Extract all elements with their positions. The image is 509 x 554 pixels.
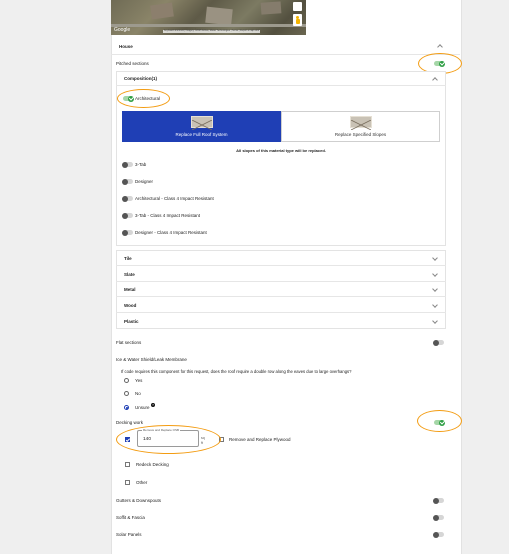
plywood-label: Remove and Replace Plywood xyxy=(229,437,291,442)
google-logo: Google xyxy=(114,27,131,33)
roof-slopes-icon xyxy=(350,116,372,131)
replace-full-roof-label: Replace Full Roof System xyxy=(175,132,228,137)
composition-type-label: Designer - Class 4 Impact Resistant xyxy=(135,230,207,235)
soffit-toggle[interactable] xyxy=(433,514,444,521)
divider xyxy=(116,296,446,297)
radio-yes[interactable] xyxy=(124,378,129,383)
divider xyxy=(111,54,460,55)
decking-work-label: Decking work xyxy=(116,420,144,425)
pitched-sections-label: Pitched sections xyxy=(116,61,149,66)
material-tile[interactable]: Tile xyxy=(124,256,132,261)
material-wood[interactable]: Wood xyxy=(124,303,136,308)
radio-unsure[interactable] xyxy=(124,405,129,410)
composition-type-label: Designer xyxy=(135,179,154,184)
map-footer[interactable]: Keyboard shortcuts | Imagery ©2025 Airbu… xyxy=(163,30,261,33)
map-rooftop xyxy=(260,1,282,15)
ice-water-question: If code requires this component for this… xyxy=(121,369,352,374)
designer-toggle[interactable] xyxy=(122,178,133,185)
replace-full-roof-button[interactable]: Replace Full Roof System xyxy=(122,111,281,142)
radio-no-label: No xyxy=(135,391,141,396)
map-rooftop xyxy=(150,2,174,20)
pegman-body xyxy=(295,19,300,24)
replace-specified-slopes-button[interactable]: Replace Specified Slopes xyxy=(281,111,440,142)
divider xyxy=(116,312,446,313)
gutters-label: Gutters & Downspouts xyxy=(116,498,162,503)
pegman-icon[interactable] xyxy=(293,14,302,26)
ice-water-label: Ice & Water Shield/Leak Membrane xyxy=(116,357,187,362)
composition-type-label: 3-Tab xyxy=(135,162,147,167)
map-road xyxy=(111,24,306,27)
composition-type-label: 3-Tab - Class 4 Impact Resistant xyxy=(135,213,201,218)
three-tab-toggle[interactable] xyxy=(122,161,133,168)
material-slate[interactable]: Slate xyxy=(124,272,135,277)
designer-class4-toggle[interactable] xyxy=(122,229,133,236)
highlight-oval xyxy=(417,410,462,432)
redeck-checkbox[interactable] xyxy=(125,462,130,467)
soffit-label: Soffit & Fascia xyxy=(116,515,145,520)
divider xyxy=(116,281,446,282)
divider xyxy=(116,85,446,86)
solar-toggle[interactable] xyxy=(433,531,444,538)
info-icon[interactable]: ? xyxy=(151,403,155,407)
radio-yes-label: Yes xyxy=(135,378,143,383)
roof-full-icon xyxy=(191,116,213,131)
other-checkbox[interactable] xyxy=(125,480,130,485)
material-metal[interactable]: Metal xyxy=(124,287,136,292)
redeck-label: Redeck Decking xyxy=(136,462,169,467)
flat-sections-toggle[interactable] xyxy=(433,339,444,346)
highlight-oval xyxy=(117,89,170,108)
architectural-class4-toggle[interactable] xyxy=(122,195,133,202)
map-control-button[interactable] xyxy=(293,2,302,11)
radio-no[interactable] xyxy=(124,391,129,396)
composition-type-label: Architectural - Class 4 Impact Resistant xyxy=(135,196,214,201)
radio-unsure-label: Unsure xyxy=(135,405,150,410)
satellite-map[interactable]: Google Keyboard shortcuts | Imagery ©202… xyxy=(111,0,306,35)
three-tab-class4-toggle[interactable] xyxy=(122,212,133,219)
flat-sections-label: Flat sections xyxy=(116,340,142,345)
solar-label: Solar Panels xyxy=(116,532,142,537)
divider xyxy=(116,265,446,266)
gutters-toggle[interactable] xyxy=(433,497,444,504)
replace-specified-slopes-label: Replace Specified Slopes xyxy=(334,132,387,137)
house-title: House xyxy=(119,44,133,49)
highlight-oval xyxy=(116,425,221,454)
material-plastic[interactable]: Plastic xyxy=(124,319,139,324)
other-label: Other xyxy=(136,480,148,485)
replace-note: All slopes of this material type will be… xyxy=(236,148,326,153)
map-rooftop xyxy=(205,6,233,26)
materials-card xyxy=(116,250,446,329)
composition-header: Composition(1) xyxy=(124,76,157,81)
